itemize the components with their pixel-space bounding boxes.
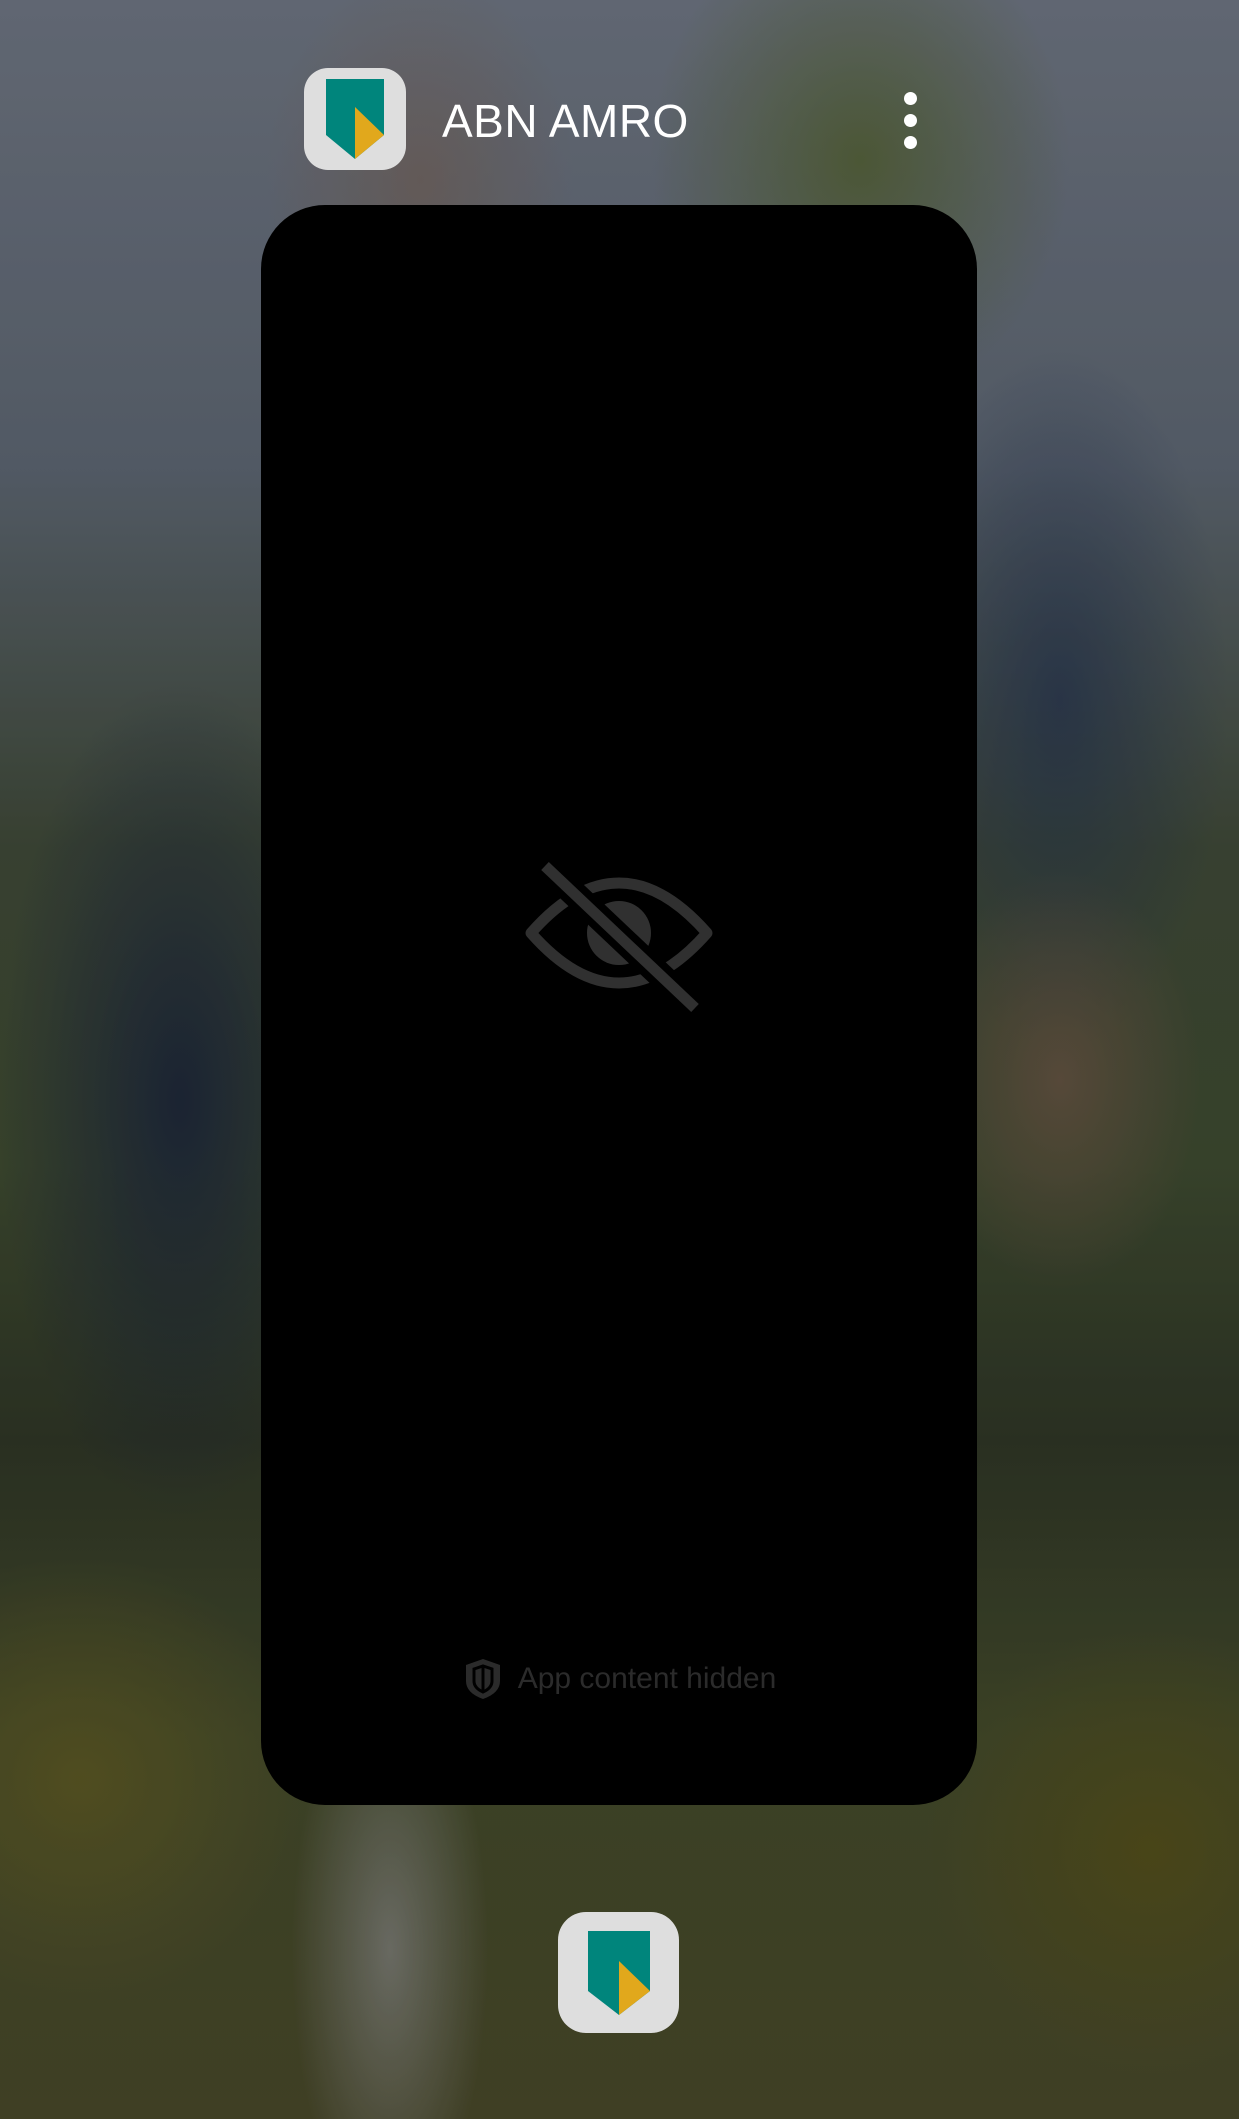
app-preview-card[interactable]: App content hidden (261, 205, 977, 1805)
eye-off-icon (525, 858, 713, 1018)
app-title: ABN AMRO (442, 95, 689, 147)
abn-amro-app-icon[interactable] (304, 68, 406, 170)
abn-amro-shield-icon (587, 1930, 650, 2015)
shield-lock-icon (465, 1659, 500, 1699)
dock-abn-amro-app-icon[interactable] (558, 1912, 679, 2033)
menu-dot (903, 135, 917, 149)
app-content-hidden-label: App content hidden (517, 1662, 777, 1695)
recent-app-header: ABN AMRO (304, 68, 944, 172)
app-content-hidden-note: App content hidden (261, 1657, 977, 1701)
menu-dot (903, 113, 917, 127)
three-dots-vertical-icon (903, 91, 917, 105)
abn-amro-shield-icon (326, 79, 384, 159)
more-options-button[interactable] (874, 84, 946, 156)
